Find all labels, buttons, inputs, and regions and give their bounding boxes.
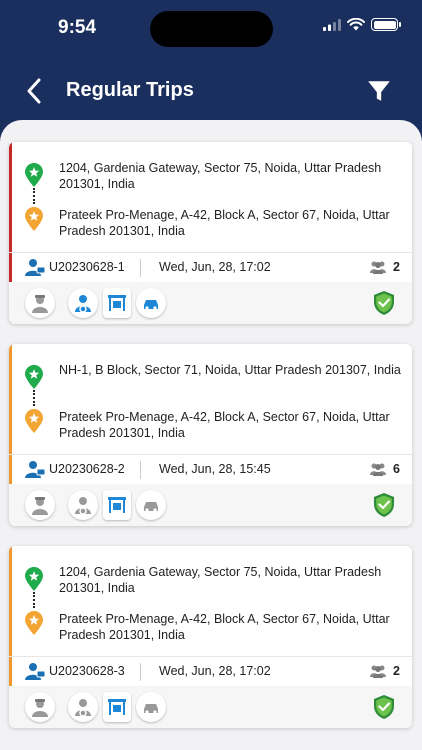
shield-check-icon[interactable] [372,694,396,720]
passengers-icon [370,261,386,274]
car-icon [144,300,158,310]
status-bar: 9:54 [0,0,422,58]
driver-icon [32,295,48,313]
divider [140,461,141,479]
trip-datetime: Wed, Jun, 28, 15:45 [159,462,271,476]
trip-info-row: U20230628-3 Wed, Jun, 28, 17:02 2 [9,656,412,686]
shield-check-icon[interactable] [372,290,396,316]
drop-address: Prateek Pro-Menage, A-42, Block A, Secto… [59,410,390,440]
trip-route: 1204, Gardenia Gateway, Sector 75, Noida… [9,142,412,252]
driver-button[interactable] [25,490,55,520]
passenger-count: 2 [393,664,400,678]
person-steering-icon [75,295,91,313]
driver-icon [32,699,48,717]
divider [140,663,141,681]
trip-route: NH-1, B Block, Sector 71, Noida, Uttar P… [9,344,412,454]
shield-check-icon[interactable] [372,492,396,518]
vehicle-button[interactable] [136,490,166,520]
trip-actions [9,282,412,324]
trip-route: 1204, Gardenia Gateway, Sector 75, Noida… [9,546,412,656]
battery-icon [371,18,401,31]
vehicle-button[interactable] [136,288,166,318]
passenger-button[interactable] [68,288,98,318]
trip-id: U20230628-2 [49,462,125,476]
car-icon [144,502,158,512]
trip-actions [9,484,412,526]
divider [140,259,141,277]
trip-id: U20230628-3 [49,664,125,678]
pickup-pin-icon [25,567,43,591]
wifi-icon [347,18,365,31]
pickup-address: 1204, Gardenia Gateway, Sector 75, Noida… [59,161,382,191]
trip-actions [9,686,412,728]
page-title: Regular Trips [66,79,194,101]
route-connector [33,390,35,406]
person-steering-icon [75,497,91,515]
bus-stop-icon [108,295,126,311]
trip-id: U20230628-1 [49,260,125,274]
passenger-count: 6 [393,462,400,476]
trip-info-row: U20230628-1 Wed, Jun, 28, 17:02 2 [9,252,412,282]
route-connector [33,188,35,204]
station-button[interactable] [103,288,131,318]
station-button[interactable] [103,490,131,520]
passengers-icon [370,665,386,678]
trip-card[interactable]: 1204, Gardenia Gateway, Sector 75, Noida… [9,546,412,728]
car-icon [144,704,158,714]
bus-stop-icon [108,699,126,715]
trip-datetime: Wed, Jun, 28, 17:02 [159,260,271,274]
driver-button[interactable] [25,288,55,318]
drop-address: Prateek Pro-Menage, A-42, Block A, Secto… [59,208,390,238]
user-id-icon [25,663,45,680]
pickup-address: 1204, Gardenia Gateway, Sector 75, Noida… [59,565,382,595]
filter-icon[interactable] [366,78,392,104]
pickup-address: NH-1, B Block, Sector 71, Noida, Uttar P… [59,363,401,377]
trip-info-row: U20230628-2 Wed, Jun, 28, 15:45 6 [9,454,412,484]
driver-icon [32,497,48,515]
bus-stop-icon [108,497,126,513]
trip-list[interactable]: 1204, Gardenia Gateway, Sector 75, Noida… [0,120,422,750]
user-id-icon [25,461,45,478]
driver-button[interactable] [25,692,55,722]
drop-pin-icon [25,611,43,635]
drop-address: Prateek Pro-Menage, A-42, Block A, Secto… [59,612,390,642]
chevron-left-icon [27,78,41,104]
back-button[interactable] [20,76,48,106]
trip-card[interactable]: 1204, Gardenia Gateway, Sector 75, Noida… [9,142,412,324]
drop-pin-icon [25,207,43,231]
station-button[interactable] [103,692,131,722]
person-steering-icon [75,699,91,717]
status-icons [323,18,401,31]
drop-pin-icon [25,409,43,433]
dynamic-island [150,11,273,47]
cellular-icon [323,18,341,31]
trip-datetime: Wed, Jun, 28, 17:02 [159,664,271,678]
pickup-pin-icon [25,163,43,187]
trip-card[interactable]: NH-1, B Block, Sector 71, Noida, Uttar P… [9,344,412,526]
vehicle-button[interactable] [136,692,166,722]
app-bar: Regular Trips [0,62,422,120]
passenger-button[interactable] [68,692,98,722]
user-id-icon [25,259,45,276]
passenger-count: 2 [393,260,400,274]
passengers-icon [370,463,386,476]
passenger-button[interactable] [68,490,98,520]
pickup-pin-icon [25,365,43,389]
status-time: 9:54 [58,17,97,38]
route-connector [33,592,35,608]
